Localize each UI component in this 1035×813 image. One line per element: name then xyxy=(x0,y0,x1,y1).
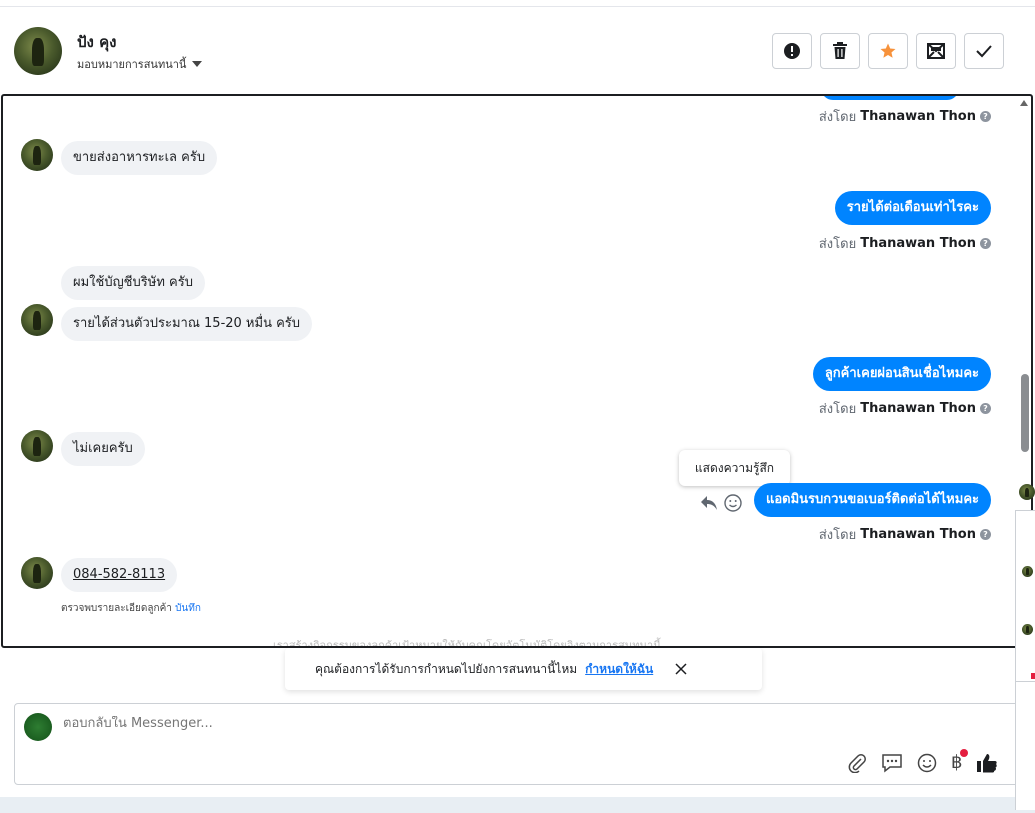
message-text: รายได้ส่วนตัวประมาณ 15-20 หมื่น ครับ xyxy=(61,307,313,341)
assign-prompt: คุณต้องการได้รับการกำหนดไปยังการสนทนานี้… xyxy=(285,648,762,690)
help-icon[interactable]: ? xyxy=(980,111,991,122)
message-text: ขายส่งอาหารทะเล ครับ xyxy=(61,141,218,175)
payment-icon[interactable]: ฿ xyxy=(951,749,969,773)
assign-prompt-text: คุณต้องการได้รับการกำหนดไปยังการสนทนานี้… xyxy=(315,661,578,676)
outgoing-message[interactable]: ลูกค้าเคยผ่อนสินเชื่อไหมคะ xyxy=(812,357,991,391)
side-avatar[interactable] xyxy=(1019,484,1035,500)
emoji-icon[interactable] xyxy=(917,753,937,773)
smiley-icon[interactable] xyxy=(724,494,742,512)
sent-by-label: ส่งโดย Thanawan Thon ? xyxy=(819,524,991,545)
conversation-header: ปัง คุง มอบหมายการสนทนานี้ xyxy=(0,6,1035,94)
paperclip-icon[interactable] xyxy=(847,753,867,773)
incoming-message[interactable]: รายได้ส่วนตัวประมาณ 15-20 หมื่น ครับ xyxy=(61,307,313,341)
auto-activity-notice: เราสร้างกิจกรรมของลูกค้าเป้าหมายให้กับคุ… xyxy=(273,639,661,648)
side-indicator xyxy=(1031,673,1035,679)
outgoing-message-partial xyxy=(821,96,959,100)
page-footer-strip xyxy=(0,797,1035,813)
conversation-actions xyxy=(772,33,1004,69)
sent-by-prefix: ส่งโดย xyxy=(818,528,857,543)
trash-icon xyxy=(833,42,847,59)
outgoing-message[interactable]: แอดมินรบกวนขอเบอร์ติดต่อได้ไหมคะ xyxy=(753,483,991,517)
mark-unread-button[interactable] xyxy=(916,33,956,69)
sent-by-label: ส่งโดย Thanawan Thon ? xyxy=(819,106,991,127)
incoming-message[interactable]: ผมใช้บัญชีบริษัท ครับ xyxy=(61,266,205,300)
delete-button[interactable] xyxy=(820,33,860,69)
incoming-message[interactable]: ไม่เคยครับ xyxy=(61,432,145,466)
message-thread[interactable]: ส่งโดย Thanawan Thon ? ขายส่งอาหารทะเล ค… xyxy=(1,94,1033,648)
side-panel-body xyxy=(1015,510,1035,810)
sent-by-label: ส่งโดย Thanawan Thon ? xyxy=(819,398,991,419)
side-list-avatar[interactable] xyxy=(1022,566,1033,577)
sender-avatar[interactable] xyxy=(21,304,53,336)
contact-avatar[interactable] xyxy=(14,27,62,75)
mark-done-button[interactable] xyxy=(964,33,1004,69)
outgoing-message[interactable]: รายได้ต่อเดือนเท่าไรคะ xyxy=(834,191,991,225)
reply-composer: ฿ xyxy=(14,703,1020,785)
react-tooltip: แสดงความรู้สึก xyxy=(679,450,790,486)
thumbs-up-icon[interactable] xyxy=(976,753,998,773)
close-icon[interactable] xyxy=(675,663,687,675)
assign-conversation-dropdown[interactable]: มอบหมายการสนทนานี้ xyxy=(77,55,203,73)
agent-name: Thanawan Thon xyxy=(860,236,976,251)
mark-spam-button[interactable] xyxy=(772,33,812,69)
agent-name: Thanawan Thon xyxy=(860,109,976,124)
composer-tools: ฿ xyxy=(847,749,998,773)
message-hover-actions xyxy=(700,494,742,512)
sent-by-prefix: ส่งโดย xyxy=(818,402,857,417)
message-text: ไม่เคยครับ xyxy=(61,432,145,466)
scroll-up-arrow-icon[interactable] xyxy=(1020,100,1028,106)
star-button[interactable] xyxy=(868,33,908,69)
sent-by-label: ส่งโดย Thanawan Thon ? xyxy=(819,233,991,254)
sender-avatar[interactable] xyxy=(21,557,53,589)
assign-label: มอบหมายการสนทนานี้ xyxy=(77,58,187,71)
page-avatar xyxy=(24,713,52,741)
scroll-thumb[interactable] xyxy=(1021,374,1029,452)
star-icon xyxy=(880,43,896,58)
sent-by-prefix: ส่งโดย xyxy=(818,237,857,252)
alert-icon xyxy=(784,43,800,59)
sent-by-prefix: ส่งโดย xyxy=(818,110,857,125)
saved-replies-icon[interactable] xyxy=(881,753,903,773)
customer-note-text: ตรวจพบรายละเอียดลูกค้า xyxy=(61,603,172,614)
help-icon[interactable]: ? xyxy=(980,238,991,249)
contact-name[interactable]: ปัง คุง xyxy=(77,30,116,54)
message-text: ผมใช้บัญชีบริษัท ครับ xyxy=(61,266,205,300)
sender-avatar[interactable] xyxy=(21,139,53,171)
agent-name: Thanawan Thon xyxy=(860,401,976,416)
notification-dot xyxy=(960,749,969,757)
help-icon[interactable]: ? xyxy=(980,529,991,540)
message-text: 084-582-8113 xyxy=(61,558,178,592)
help-icon[interactable]: ? xyxy=(980,403,991,414)
customer-details-notice: ตรวจพบรายละเอียดลูกค้า บันทึก xyxy=(61,601,201,616)
side-list-avatar[interactable] xyxy=(1022,624,1033,635)
sender-avatar[interactable] xyxy=(21,430,53,462)
incoming-message[interactable]: ขายส่งอาหารทะเล ครับ xyxy=(61,141,218,175)
incoming-message[interactable]: 084-582-8113 xyxy=(61,558,178,592)
agent-name: Thanawan Thon xyxy=(860,527,976,542)
phone-number-link[interactable]: 084-582-8113 xyxy=(73,567,165,582)
checkmark-icon xyxy=(976,45,992,58)
side-panel xyxy=(1015,476,1035,813)
side-divider xyxy=(1016,681,1035,682)
envelope-open-icon xyxy=(927,43,945,59)
caret-down-icon xyxy=(192,61,203,67)
save-customer-link[interactable]: บันทึก xyxy=(175,603,201,614)
reply-icon[interactable] xyxy=(700,495,718,511)
reply-input[interactable] xyxy=(63,716,763,731)
assign-to-me-link[interactable]: กำหนดให้ฉัน xyxy=(585,660,653,679)
